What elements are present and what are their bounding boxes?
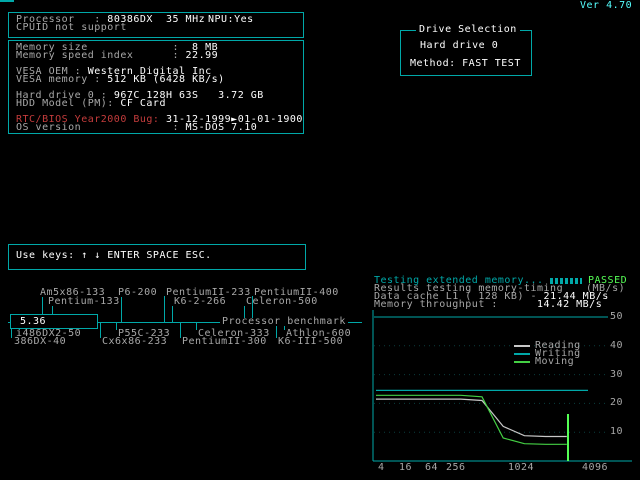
scale-connector bbox=[100, 323, 101, 338]
y-tick: 30 bbox=[610, 369, 624, 380]
info-label: HDD Model (PM): bbox=[16, 98, 121, 109]
y-tick: 40 bbox=[610, 340, 624, 351]
info-row-memory-speed: Memory speed index : 22.99 bbox=[16, 50, 219, 61]
drive-selection-item[interactable]: Hard drive 0 bbox=[420, 41, 498, 51]
legend-item-moving: Moving bbox=[514, 356, 581, 367]
info-value: 512 KB (6428 KB/s) bbox=[107, 74, 225, 85]
cpu-ref-label: 386DX-40 bbox=[14, 336, 67, 347]
throughput-label: Memory throughput : bbox=[374, 299, 498, 310]
info-label: OS version : bbox=[16, 122, 180, 133]
scale-connector bbox=[164, 296, 165, 323]
top-left-artifact bbox=[0, 0, 14, 2]
writing-line-swatch bbox=[514, 353, 530, 355]
cpu-ref-label: PentiumII-300 bbox=[182, 336, 267, 347]
benchmark-title: Processor benchmark bbox=[220, 316, 348, 327]
scale-connector bbox=[180, 323, 181, 338]
speedsys-screen: { "meta": { "version": "Ver 4.70" }, "pa… bbox=[0, 0, 640, 480]
cpuid-status: CPUID not support bbox=[16, 22, 127, 33]
x-tick: 256 bbox=[446, 462, 466, 473]
keys-help-text: Use keys: ↑ ↓ ENTER SPACE ESC. bbox=[16, 250, 212, 261]
cpu-ref-label: P6-200 bbox=[118, 287, 158, 298]
benchmark-score: 5.36 bbox=[20, 316, 47, 327]
x-tick: 1024 bbox=[508, 462, 535, 473]
cpu-ref-label: Celeron-500 bbox=[246, 296, 318, 307]
cpu-ref-label: Cx6x86-233 bbox=[102, 336, 168, 347]
series-reading bbox=[376, 398, 567, 438]
cpu-ref-label: K6-2-266 bbox=[174, 296, 227, 307]
y-tick: 10 bbox=[610, 426, 624, 437]
throughput-value: 14.42 MB/s bbox=[497, 299, 603, 310]
version-label: Ver 4.70 bbox=[580, 0, 633, 11]
info-value: CF Card bbox=[120, 98, 166, 109]
drive-selection-method[interactable]: Method: FAST TEST bbox=[410, 59, 521, 69]
scale-connector bbox=[172, 306, 173, 323]
y-tick: 20 bbox=[610, 397, 624, 408]
info-value: 22.99 bbox=[179, 50, 219, 61]
x-tick: 64 bbox=[425, 462, 439, 473]
scale-connector bbox=[196, 323, 197, 330]
cpu-ref-label: Pentium-133 bbox=[48, 296, 120, 307]
chart-legend: Reading Writing Moving bbox=[514, 341, 581, 367]
moving-line-swatch bbox=[514, 361, 530, 363]
memtest-throughput-row: Memory throughput : 14.42 MB/s bbox=[374, 299, 603, 310]
info-label: Memory speed index : bbox=[16, 50, 180, 61]
memory-timing-chart bbox=[372, 310, 632, 462]
info-row-hdd-model: HDD Model (PM): CF Card bbox=[16, 98, 166, 109]
x-tick: 4096 bbox=[582, 462, 609, 473]
y-tick: 50 bbox=[610, 311, 624, 322]
cpu-ref-label: K6-III-500 bbox=[278, 336, 344, 347]
x-tick: 16 bbox=[399, 462, 413, 473]
legend-label: Moving bbox=[535, 356, 575, 367]
x-tick: 4 bbox=[378, 462, 385, 473]
info-value: MS-DOS 7.10 bbox=[179, 122, 258, 133]
drive-selection-box bbox=[400, 30, 532, 76]
info-row-vesa-memory: VESA memory : 512 KB (6428 KB/s) bbox=[16, 74, 225, 85]
scale-connector bbox=[42, 297, 43, 315]
info-row-os-version: OS version : MS-DOS 7.10 bbox=[16, 122, 258, 133]
reading-line-swatch bbox=[514, 345, 530, 347]
npu-status: NPU:Yes bbox=[208, 14, 254, 25]
series-moving bbox=[376, 394, 567, 445]
scale-connector bbox=[116, 323, 117, 330]
info-label: VESA memory : bbox=[16, 74, 108, 85]
scale-connector bbox=[121, 297, 122, 323]
drive-selection-title: Drive Selection bbox=[416, 25, 520, 35]
